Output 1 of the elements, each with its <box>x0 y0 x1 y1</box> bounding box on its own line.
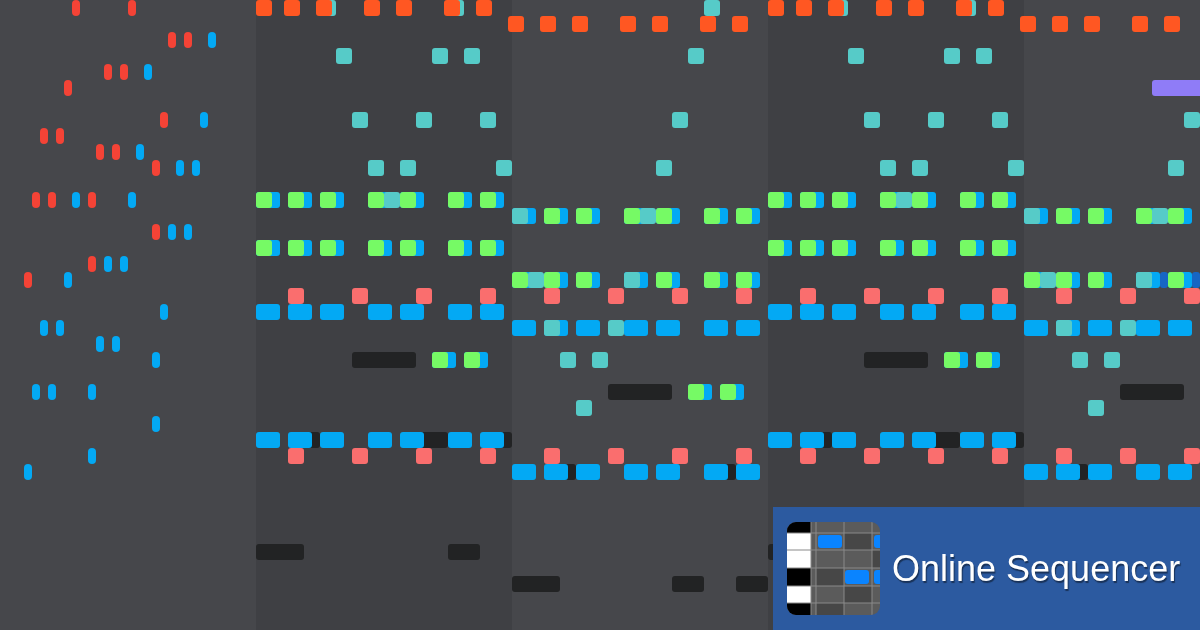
app-title: Online Sequencer <box>892 547 1181 590</box>
